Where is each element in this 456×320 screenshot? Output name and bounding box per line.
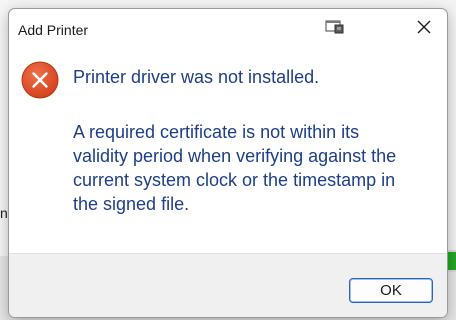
- dialog-title: Add Printer: [18, 22, 89, 38]
- window-app-icon: [325, 19, 345, 35]
- title-bar[interactable]: Add Printer: [9, 9, 447, 49]
- add-printer-dialog: Add Printer Printer driver was not insta…: [8, 8, 448, 318]
- main-instruction: Printer driver was not installed.: [73, 67, 320, 87]
- close-button[interactable]: [401, 9, 447, 49]
- ok-button[interactable]: OK: [349, 278, 433, 303]
- dialog-footer: OK: [9, 253, 447, 317]
- message-line: A required certificate is not within its: [73, 122, 360, 142]
- error-message: A required certificate is not within its…: [73, 120, 443, 216]
- close-icon: [417, 20, 431, 39]
- message-line: current system clock or the timestamp in: [73, 170, 396, 190]
- error-icon: [21, 61, 59, 99]
- message-line: the signed file.: [73, 194, 190, 214]
- background-text-fragment: ns: [0, 206, 8, 220]
- dialog-content: Printer driver was not installed. A requ…: [9, 49, 447, 253]
- message-line: validity period when verifying against t…: [73, 146, 397, 166]
